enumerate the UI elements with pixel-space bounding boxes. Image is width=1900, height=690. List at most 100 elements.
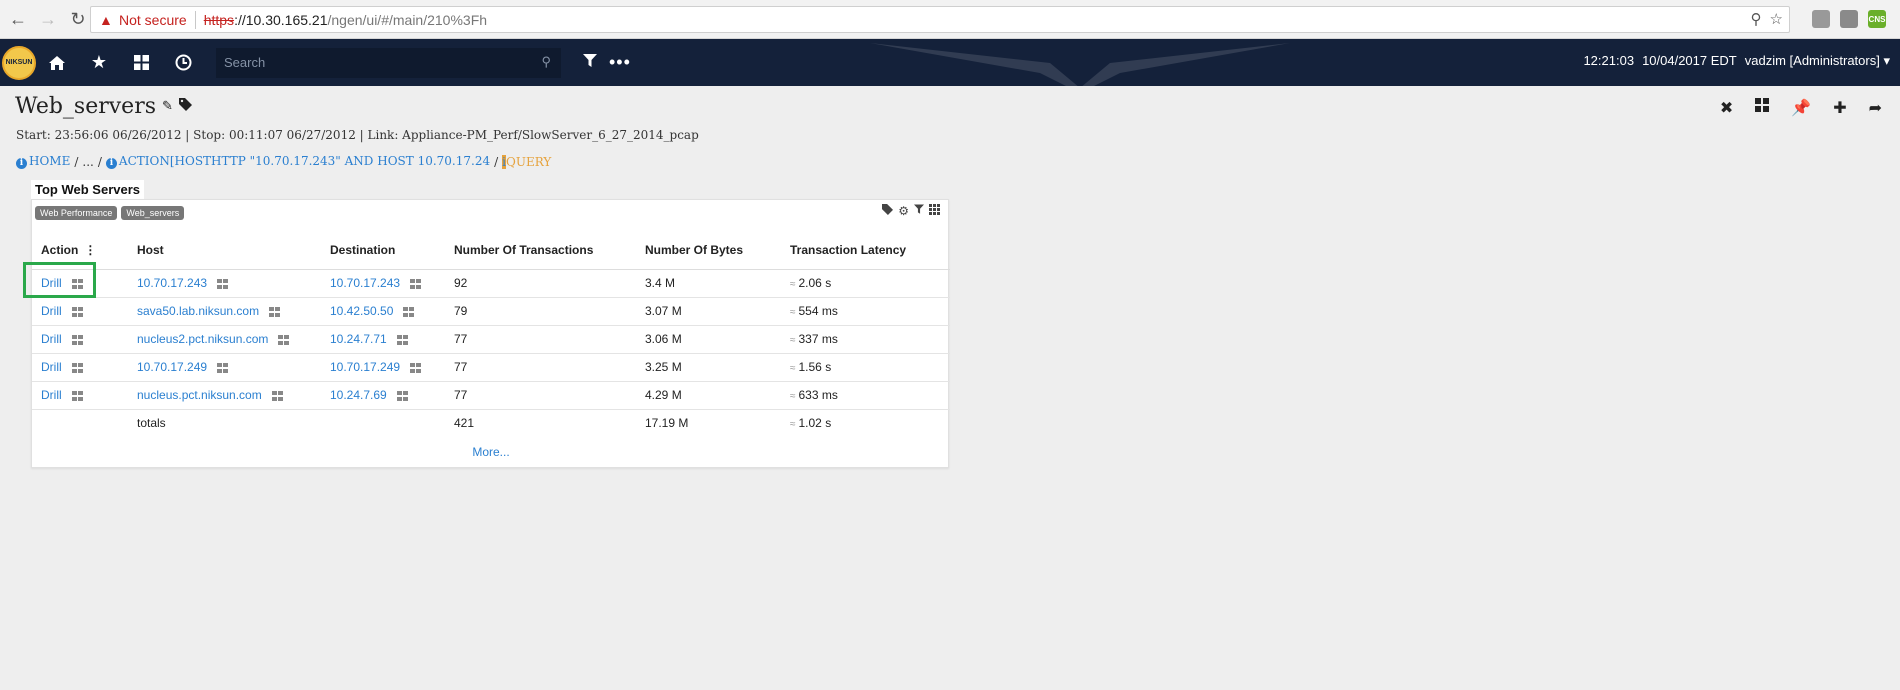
- tag-badge[interactable]: Web_servers: [121, 206, 185, 220]
- breadcrumb-action[interactable]: i ACTION[HOSTHTTP "10.70.17.243" AND HOST…: [105, 154, 490, 169]
- dashboards-grid-icon[interactable]: [120, 39, 162, 86]
- favorites-star-icon[interactable]: ★: [78, 39, 120, 86]
- table-row: Drill nucleus.pct.niksun.com 10.24.7.69 77 4…: [32, 381, 950, 410]
- grid-menu-icon[interactable]: [217, 362, 229, 373]
- browser-toolbar: ← → ↻ ▲ Not secure https://10.30.165.21/…: [0, 0, 1900, 39]
- time-range-info: Start: 23:56:06 06/26/2012 | Stop: 00:11…: [16, 128, 699, 142]
- more-link[interactable]: More...: [32, 445, 950, 467]
- approx-icon: ≈: [790, 279, 796, 290]
- drill-link[interactable]: Drill: [41, 332, 62, 346]
- grid-menu-icon[interactable]: [410, 278, 422, 289]
- destination-link[interactable]: 10.24.7.71: [330, 332, 387, 346]
- drill-link[interactable]: Drill: [41, 276, 62, 290]
- totals-row: totals 421 17.19 M ≈1.02 s: [32, 409, 950, 437]
- grid-menu-icon[interactable]: [71, 278, 83, 289]
- grid-menu-icon[interactable]: [217, 278, 229, 289]
- breadcrumb-home[interactable]: i HOME: [16, 154, 70, 169]
- column-header-latency[interactable]: Transaction Latency: [781, 232, 950, 270]
- destination-link[interactable]: 10.70.17.249: [330, 360, 400, 374]
- clock-time: 12:21:03: [1583, 53, 1635, 68]
- drill-link[interactable]: Drill: [41, 360, 62, 374]
- column-header-action[interactable]: Action ⋮: [32, 232, 128, 270]
- reload-icon[interactable]: ↻: [66, 7, 90, 31]
- clock-date: 10/04/2017 EDT: [1642, 53, 1737, 68]
- url-host: ://10.30.165.21: [234, 11, 328, 28]
- back-arrow-icon[interactable]: ←: [6, 7, 30, 31]
- layout-grid-icon[interactable]: [1755, 98, 1770, 118]
- url-path: /ngen/ui/#/main/210%3Fh: [327, 11, 488, 28]
- caret-down-icon: ▾: [1883, 53, 1890, 68]
- history-clock-icon[interactable]: [162, 39, 204, 86]
- drill-link[interactable]: Drill: [41, 304, 62, 318]
- page-title: Web_servers: [15, 94, 157, 119]
- tag-badge[interactable]: Web Performance: [35, 206, 118, 220]
- host-link[interactable]: sava50.lab.niksun.com: [137, 304, 259, 318]
- gear-icon[interactable]: ⚙: [898, 204, 909, 218]
- grid-menu-icon[interactable]: [278, 334, 290, 345]
- grid-menu-icon[interactable]: [396, 334, 408, 345]
- transactions-value: 77: [454, 388, 468, 402]
- drill-link[interactable]: Drill: [41, 388, 62, 402]
- extension-icon[interactable]: [1812, 10, 1830, 28]
- niksun-logo[interactable]: NIKSUN: [2, 45, 36, 80]
- more-options-icon[interactable]: •••: [609, 52, 631, 73]
- grid-menu-icon[interactable]: [271, 390, 283, 401]
- search-icon[interactable]: ⚲: [541, 54, 551, 70]
- bookmark-star-icon[interactable]: ☆: [1770, 10, 1783, 28]
- forward-arrow-icon[interactable]: →: [36, 7, 60, 31]
- destination-link-cell: 10.70.17.243: [321, 269, 445, 298]
- close-icon[interactable]: ✖: [1720, 98, 1733, 118]
- host-link[interactable]: 10.70.17.249: [137, 360, 207, 374]
- destination-link[interactable]: 10.42.50.50: [330, 304, 393, 318]
- transactions-value-cell: 92: [445, 269, 636, 298]
- table-row: Drill sava50.lab.niksun.com 10.42.50.50 79 3…: [32, 297, 950, 326]
- grid-menu-icon[interactable]: [396, 390, 408, 401]
- columns-grid-icon[interactable]: [929, 204, 940, 218]
- breadcrumb-separator: /: [74, 154, 79, 169]
- column-header-destination[interactable]: Destination: [321, 232, 445, 270]
- grid-menu-icon[interactable]: [403, 306, 415, 317]
- pin-icon[interactable]: 📌: [1791, 98, 1811, 118]
- tag-icon[interactable]: [178, 98, 192, 115]
- transactions-value-cell: 77: [445, 381, 636, 410]
- grid-menu-icon[interactable]: [410, 362, 422, 373]
- destination-link[interactable]: 10.24.7.69: [330, 388, 387, 402]
- tag-icon[interactable]: [882, 204, 894, 218]
- destination-link-cell: 10.42.50.50: [321, 297, 445, 326]
- search-box[interactable]: ⚲: [216, 47, 561, 78]
- totals-latency: 1.02 s: [798, 416, 832, 431]
- breadcrumb-query[interactable]: iQUERY: [502, 154, 551, 169]
- filter-funnel-icon[interactable]: [914, 204, 924, 218]
- grid-menu-icon[interactable]: [71, 362, 83, 373]
- filter-funnel-icon[interactable]: [583, 53, 597, 72]
- share-icon[interactable]: ➦: [1869, 98, 1882, 118]
- transactions-value: 92: [454, 276, 468, 290]
- latency-cell: ≈554 ms: [781, 297, 950, 326]
- zoom-icon[interactable]: ⚲: [1751, 10, 1762, 28]
- breadcrumb-ellipsis[interactable]: ...: [82, 155, 93, 169]
- column-header-bytes[interactable]: Number Of Bytes: [636, 232, 781, 270]
- host-link[interactable]: nucleus.pct.niksun.com: [137, 388, 262, 402]
- pencil-icon[interactable]: ✎: [162, 99, 173, 114]
- transactions-value-cell: 77: [445, 325, 636, 354]
- cns-extension-icon[interactable]: CNS: [1868, 10, 1886, 28]
- host-link[interactable]: nucleus2.pct.niksun.com: [137, 332, 268, 346]
- grid-menu-icon[interactable]: [71, 390, 83, 401]
- bytes-value: 3.06 M: [645, 332, 682, 346]
- grid-menu-icon[interactable]: [71, 306, 83, 317]
- add-icon[interactable]: ✚: [1833, 98, 1846, 118]
- host-link[interactable]: 10.70.17.243: [137, 276, 207, 290]
- grid-menu-icon[interactable]: [71, 334, 83, 345]
- column-header-transactions[interactable]: Number Of Transactions: [445, 232, 636, 270]
- table-row: Drill 10.70.17.243 10.70.17.243 92 3.4 M ≈2.0…: [32, 269, 950, 298]
- extension-icon[interactable]: [1840, 10, 1858, 28]
- address-bar[interactable]: ▲ Not secure https://10.30.165.21/ngen/u…: [90, 6, 1790, 33]
- grid-menu-icon[interactable]: [269, 306, 281, 317]
- search-input[interactable]: [224, 55, 524, 70]
- home-icon[interactable]: [36, 39, 78, 86]
- destination-link[interactable]: 10.70.17.243: [330, 276, 400, 290]
- column-header-host[interactable]: Host: [128, 232, 321, 270]
- user-menu[interactable]: vadzim [Administrators] ▾: [1745, 53, 1890, 69]
- user-name: vadzim [Administrators]: [1744, 53, 1880, 68]
- column-menu-icon[interactable]: ⋮: [84, 243, 96, 257]
